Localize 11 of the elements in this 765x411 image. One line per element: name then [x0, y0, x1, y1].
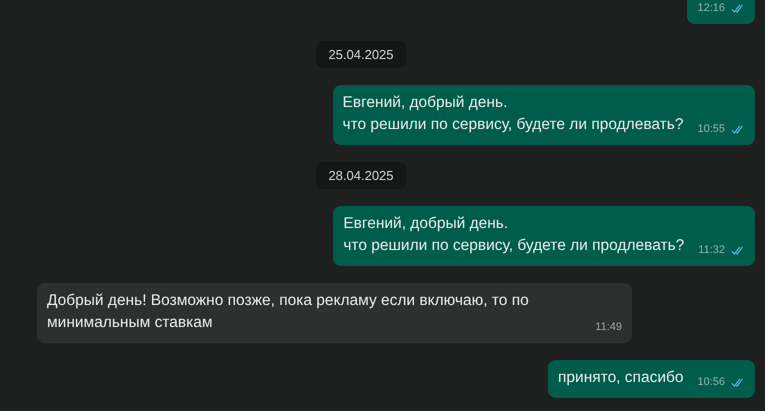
- message-text: Добрый день! Возможно позже, пока рекламу если включаю, то по минимальным ставкам: [47, 291, 530, 333]
- message-text: Евгений, добрый день. что решили по сервису, будете ли продлевать?: [342, 93, 684, 135]
- message-time: 11:32: [698, 243, 725, 258]
- date-label: 28.04.2025: [316, 162, 406, 189]
- message-time: 10:56: [697, 375, 725, 390]
- date-label: 25.04.2025: [316, 41, 406, 68]
- message-time: 10:55: [697, 122, 725, 137]
- message-time: 11:49: [595, 320, 622, 335]
- message-time: 12:16: [697, 1, 725, 16]
- message-text: Евгений, добрый день. что решили по сервису, будете ли продлевать?: [343, 214, 684, 256]
- message-text: принято, спасибо: [558, 368, 684, 388]
